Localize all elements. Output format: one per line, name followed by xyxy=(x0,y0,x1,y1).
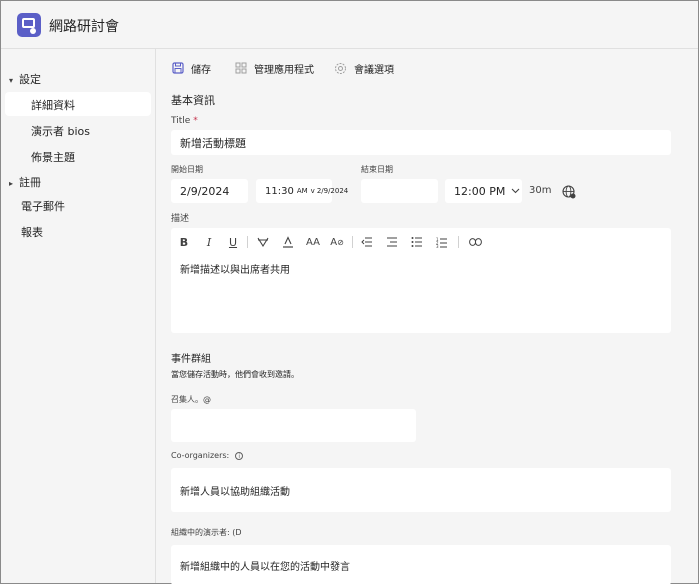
app-header: 網路研討會 xyxy=(1,1,698,49)
description-editor[interactable]: B I U AA A ⊘ 123 新增描述以與出席者共用 xyxy=(171,228,671,333)
info-icon: i xyxy=(235,451,244,460)
organizer-label: 召集人。@ xyxy=(171,395,211,404)
coorganizers-input[interactable]: 新增人員以協助組織活動 xyxy=(171,468,671,512)
svg-text:3: 3 xyxy=(436,244,439,248)
org-presenters-input[interactable]: 新增組織中的人員以在您的活動中發言 xyxy=(171,545,671,584)
manage-apps-button[interactable]: 管理應用程式 xyxy=(235,60,314,76)
chevron-right-icon: ▸ xyxy=(9,179,14,188)
description-placeholder: 新增描述以與出席者共用 xyxy=(180,265,290,276)
sidebar-selected-highlight xyxy=(5,92,151,116)
gear-icon xyxy=(335,62,346,74)
start-time-select[interactable]: 11:30 AM v 2/9/2024 xyxy=(256,179,348,203)
sidebar-group-settings[interactable]: ▾ 設定 xyxy=(9,71,41,87)
sidebar: ▾ 設定 詳細資料 演示者 bios 佈景主題 ▸ 註冊 電子郵件 報表 xyxy=(1,49,156,583)
window-frame: 網路研討會 ▾ 設定 詳細資料 演示者 bios 佈景主題 ▸ 註冊 電子郵件 報表… xyxy=(0,0,699,584)
font-size-icon[interactable]: AA xyxy=(305,234,321,250)
title-input[interactable]: 新增活動標題 xyxy=(171,130,671,155)
organizer-field[interactable] xyxy=(171,409,416,442)
end-date-label: 結束日期 xyxy=(361,165,393,174)
strikethrough-icon[interactable] xyxy=(255,234,271,250)
chevron-down-icon: v xyxy=(310,187,315,195)
save-button[interactable]: 儲存 xyxy=(172,60,211,76)
sidebar-item-presenter-bios[interactable]: 演示者 bios xyxy=(31,123,90,139)
sidebar-item-email[interactable]: 電子郵件 xyxy=(21,198,65,214)
title-label: Title * xyxy=(171,116,198,126)
webinar-app-icon xyxy=(17,13,41,37)
main-content: 儲存 管理應用程式 會議選項 基本資訊 Title * 新增活動標題 開始日期 結… xyxy=(156,49,698,584)
meeting-options-button[interactable]: 會議選項 xyxy=(334,60,394,76)
decrease-indent-icon[interactable] xyxy=(359,234,375,250)
italic-icon[interactable]: I xyxy=(201,234,217,250)
start-date-input[interactable]: 2/9/2024 xyxy=(171,179,248,203)
timezone-globe-icon[interactable] xyxy=(562,184,576,203)
duration-text: 30m xyxy=(529,185,552,196)
highlight-icon[interactable] xyxy=(280,234,296,250)
event-group-hint: 當您儲存活動時，他們會收到邀請。 xyxy=(171,370,299,379)
clear-format-icon[interactable]: A ⊘ xyxy=(329,234,345,250)
sidebar-item-reports[interactable]: 報表 xyxy=(21,224,43,240)
bullet-list-icon[interactable] xyxy=(409,234,425,250)
event-group-heading: 事件群組 xyxy=(171,354,211,365)
end-date-input[interactable] xyxy=(361,179,438,203)
save-icon xyxy=(172,62,184,74)
apps-icon xyxy=(235,62,247,74)
chevron-down-icon xyxy=(511,188,520,194)
sidebar-item-details[interactable]: 詳細資料 xyxy=(31,97,75,113)
start-date-label: 開始日期 xyxy=(171,165,203,174)
chevron-down-icon: ▾ xyxy=(9,76,14,85)
org-presenters-label: 組織中的演示者: (D xyxy=(171,528,242,537)
end-time-select[interactable]: 12:00 PM xyxy=(445,179,522,203)
link-icon[interactable] xyxy=(467,234,483,250)
numbered-list-icon[interactable]: 123 xyxy=(434,234,450,250)
increase-indent-icon[interactable] xyxy=(384,234,400,250)
app-title: 網路研討會 xyxy=(49,19,119,35)
description-label: 描述 xyxy=(171,214,190,224)
coorganizers-label: Co-organizers: i xyxy=(171,451,244,460)
sidebar-group-registration[interactable]: ▸ 註冊 xyxy=(9,174,41,190)
bold-icon[interactable]: B xyxy=(176,234,192,250)
basic-info-heading: 基本資訊 xyxy=(171,94,215,107)
sidebar-item-theme[interactable]: 佈景主題 xyxy=(31,149,75,165)
underline-icon[interactable]: U xyxy=(225,234,241,250)
